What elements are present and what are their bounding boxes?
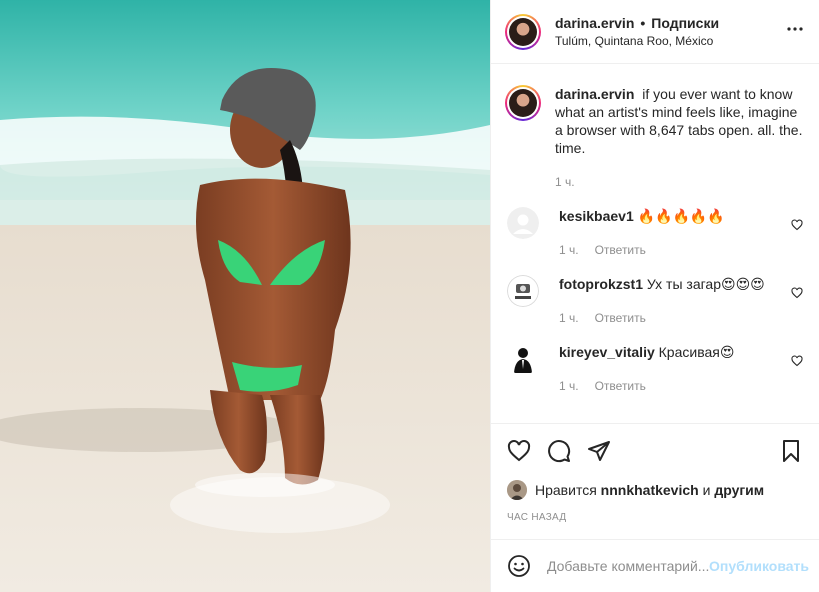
author-username[interactable]: darina.ervin	[555, 15, 634, 31]
comment-input[interactable]	[547, 558, 710, 574]
like-heart-icon[interactable]	[507, 439, 531, 463]
more-horizontal-icon[interactable]	[783, 17, 807, 46]
comments-list[interactable]: darina.ervin if you ever want to know wh…	[491, 65, 819, 423]
publish-button[interactable]: Опубликовать	[709, 558, 809, 574]
likes-summary: Нравится nnnkhatkevich и другим	[507, 480, 803, 500]
posted-time[interactable]: ЧАС НАЗАД	[507, 512, 803, 523]
like-comment-heart-icon[interactable]	[791, 219, 803, 231]
bookmark-icon[interactable]	[779, 439, 803, 463]
post-side-panel: darina.ervin • Подписки Tulúm, Quintana …	[490, 0, 819, 592]
caption-avatar[interactable]	[505, 85, 541, 121]
reply-button[interactable]: Ответить	[595, 311, 646, 325]
comment-avatar[interactable]	[507, 343, 539, 375]
comment-text: 🔥🔥🔥🔥🔥	[637, 208, 725, 224]
comment-avatar[interactable]	[507, 275, 539, 307]
comment-username[interactable]: kesikbaev1	[559, 208, 634, 224]
likes-conjunction: и	[702, 482, 711, 498]
comment-time[interactable]: 1 ч.	[559, 379, 579, 393]
comment-bubble-icon[interactable]	[547, 439, 571, 463]
comment-item: kireyev_vitaliy Красивая😍 1 ч. Ответить	[505, 343, 805, 395]
likes-prefix: Нравится	[535, 482, 597, 498]
comment-avatar[interactable]	[507, 207, 539, 239]
comment-time[interactable]: 1 ч.	[559, 243, 579, 257]
liker-username[interactable]: nnnkhatkevich	[601, 482, 699, 498]
reply-button[interactable]: Ответить	[595, 379, 646, 393]
comment-time[interactable]: 1 ч.	[559, 311, 579, 325]
post-location[interactable]: Tulúm, Quintana Roo, México	[555, 34, 783, 48]
comment-text: Красивая😍	[658, 344, 735, 360]
caption-time[interactable]: 1 ч.	[555, 175, 575, 189]
reply-button[interactable]: Ответить	[595, 243, 646, 257]
others-link[interactable]: другим	[714, 482, 764, 498]
add-comment-bar: Опубликовать	[491, 539, 819, 592]
caption-username[interactable]: darina.ervin	[555, 86, 634, 102]
following-button[interactable]: Подписки	[651, 15, 719, 31]
post-caption: darina.ervin if you ever want to know wh…	[505, 85, 805, 191]
author-avatar[interactable]	[505, 13, 541, 50]
comment-item: kesikbaev1 🔥🔥🔥🔥🔥 1 ч. Ответить	[505, 207, 805, 259]
comment-username[interactable]: fotoprokzst1	[559, 276, 643, 292]
share-paper-plane-icon[interactable]	[587, 439, 611, 463]
like-comment-heart-icon[interactable]	[791, 355, 803, 367]
instagram-post: darina.ervin • Подписки Tulúm, Quintana …	[0, 0, 819, 592]
beach-photo-illustration	[0, 0, 490, 592]
comment-item: fotoprokzst1 Ух ты загар😍😍😍 1 ч. Ответить	[505, 275, 805, 327]
comment-username[interactable]: kireyev_vitaliy	[559, 344, 655, 360]
emoji-smiley-icon[interactable]	[507, 554, 531, 578]
post-photo[interactable]	[0, 0, 490, 592]
like-comment-heart-icon[interactable]	[791, 287, 803, 299]
comment-text: Ух ты загар😍😍😍	[646, 276, 765, 292]
header-text: darina.ervin • Подписки Tulúm, Quintana …	[555, 15, 783, 48]
post-header: darina.ervin • Подписки Tulúm, Quintana …	[491, 0, 819, 64]
header-separator: •	[640, 15, 646, 31]
liker-avatar[interactable]	[507, 480, 527, 500]
post-actions: Нравится nnnkhatkevich и другим ЧАС НАЗА…	[491, 423, 819, 523]
